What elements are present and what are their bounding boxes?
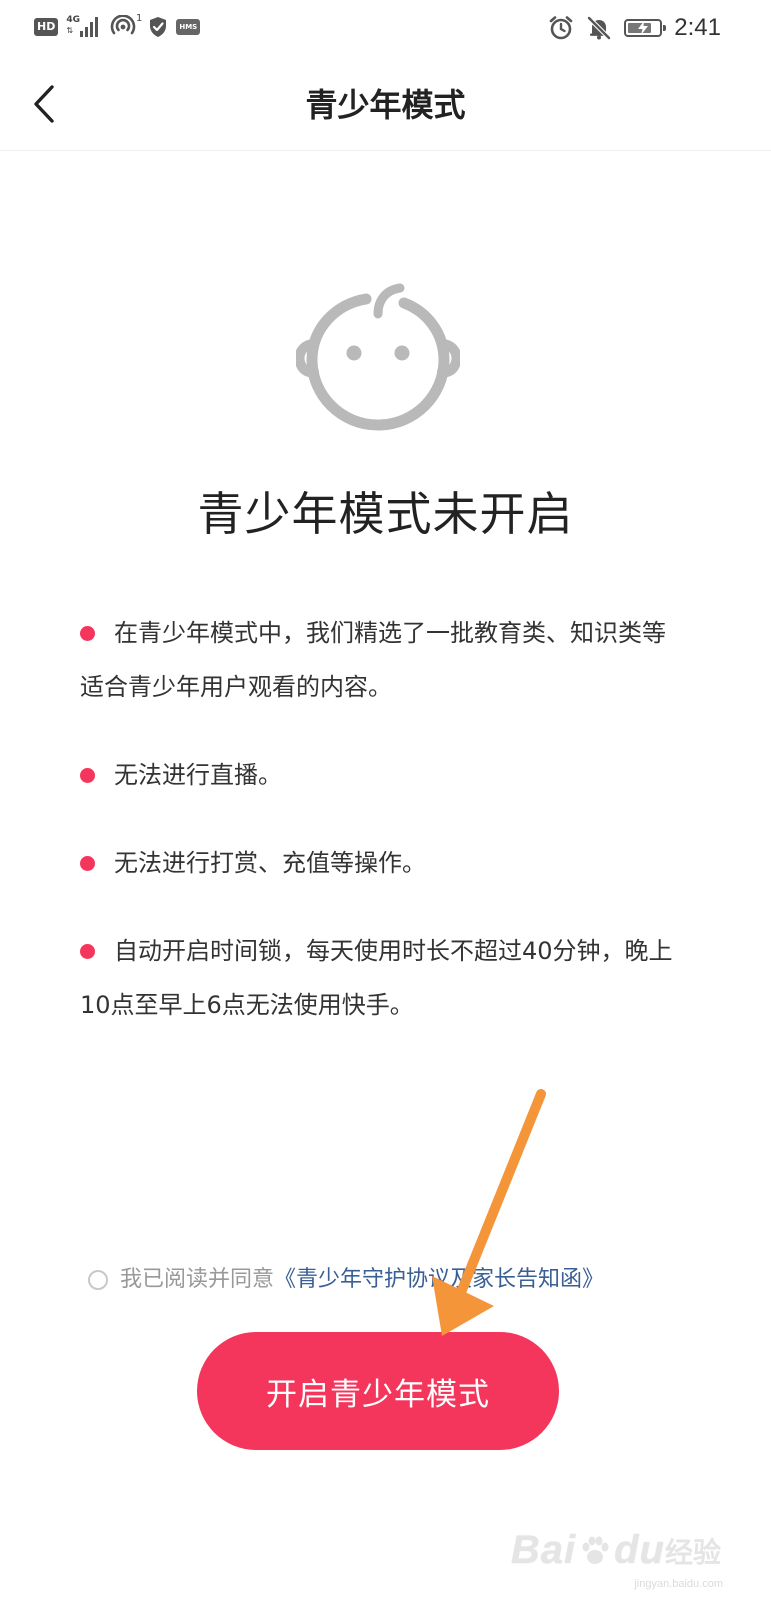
status-bar-right: 2:41 — [548, 12, 721, 44]
mute-bell-icon — [587, 16, 611, 40]
hd-badge: HD — [34, 18, 59, 36]
clock: 2:41 — [674, 14, 721, 41]
bullet-dot — [80, 626, 95, 641]
signal-icon: 4G ⇅ — [66, 15, 102, 39]
status-bar-left: HD 4G ⇅ 1 HMS — [34, 13, 201, 39]
data-arrows-icon: ⇅ — [66, 26, 74, 35]
paw-icon — [582, 1536, 609, 1564]
bullet-dot — [80, 944, 95, 959]
watermark-product: 经验 — [664, 1535, 721, 1569]
bullet-text: 无法进行打赏、充值等操作。 — [114, 849, 426, 877]
enable-youth-mode-button[interactable]: 开启青少年模式 — [197, 1332, 559, 1450]
agreement-row: 我已阅读并同意 《青少年守护协议及家长告知函》 — [88, 1262, 604, 1298]
watermark-brand-suffix: du — [614, 1528, 665, 1572]
agreement-checkbox[interactable] — [88, 1270, 108, 1290]
bullet-text: 在青少年模式中，我们精选了一批教育类、知识类等适合青少年用户观看的内容。 — [80, 619, 666, 701]
network-type-label: 4G — [66, 15, 80, 25]
list-item: 无法进行直播。 — [80, 748, 680, 802]
bullet-text: 无法进行直播。 — [114, 761, 282, 789]
list-item: 无法进行打赏、充值等操作。 — [80, 836, 680, 890]
agreement-text: 我已阅读并同意 — [120, 1267, 275, 1292]
header: 青少年模式 — [0, 58, 771, 151]
list-item: 在青少年模式中，我们精选了一批教育类、知识类等适合青少年用户观看的内容。 — [80, 606, 680, 714]
charging-bolt-icon — [638, 21, 649, 35]
hotspot-count: 1 — [135, 13, 143, 24]
status-bar: HD 4G ⇅ 1 HMS 2:41 — [0, 0, 771, 58]
bullet-dot — [80, 856, 95, 871]
page-title: 青少年模式 — [305, 86, 466, 124]
hotspot-icon: 1 — [110, 13, 143, 39]
alarm-icon — [549, 16, 573, 40]
status-heading: 青少年模式未开启 — [197, 487, 574, 541]
battery-icon — [624, 19, 667, 37]
bullet-text: 自动开启时间锁，每天使用时长不超过40分钟，晚上10点至早上6点无法使用快手。 — [80, 937, 673, 1019]
feature-list: 在青少年模式中，我们精选了一批教育类、知识类等适合青少年用户观看的内容。 无法进… — [80, 606, 680, 1066]
watermark-brand: Bai — [510, 1528, 577, 1572]
baidu-watermark: Bai du 经验 — [511, 1528, 721, 1573]
shield-icon — [150, 17, 167, 37]
hms-badge: HMS — [176, 19, 201, 35]
watermark-url: jingyan.baidu.com — [634, 1578, 723, 1590]
agreement-link[interactable]: 《青少年守护协议及家长告知函》 — [274, 1262, 604, 1298]
annotation-arrow-icon — [432, 1089, 546, 1336]
baby-face-icon — [296, 283, 460, 431]
bullet-dot — [80, 768, 95, 783]
signal-bars — [80, 17, 99, 37]
list-item: 自动开启时间锁，每天使用时长不超过40分钟，晚上10点至早上6点无法使用快手。 — [80, 924, 680, 1032]
